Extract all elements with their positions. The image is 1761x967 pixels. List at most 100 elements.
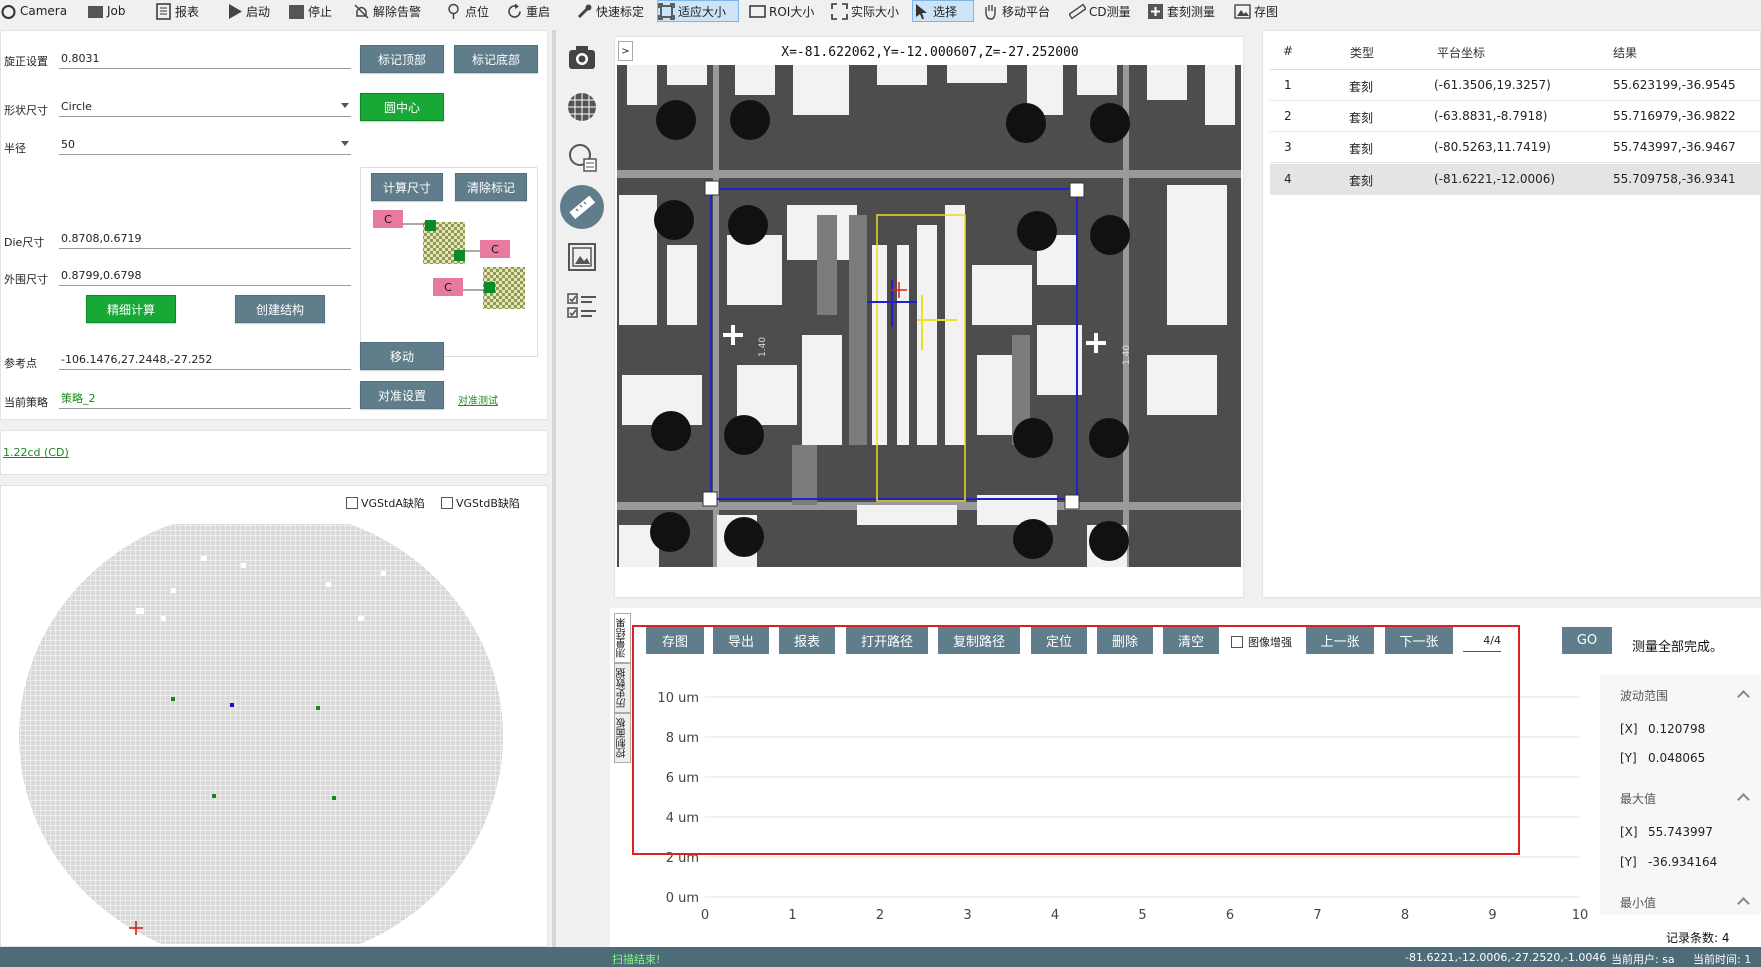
shape-select-value: Circle xyxy=(61,100,92,113)
toolbar-restart-button[interactable]: 重启 xyxy=(506,0,550,22)
save-image-button[interactable]: 存图 xyxy=(646,627,704,654)
delete-button[interactable]: 删除 xyxy=(1097,627,1153,654)
ref-point-label: 参考点 xyxy=(4,357,37,370)
table-row[interactable]: 3 套刻 (-80.5263,11.7419) 55.743997,-36.94… xyxy=(1270,132,1761,163)
ref-point-field[interactable]: -106.1476,27.2448,-27.252 xyxy=(59,352,351,370)
table-row[interactable]: 2 套刻 (-63.8831,-8.7918) 55.716979,-36.98… xyxy=(1270,101,1761,132)
wafer-map[interactable] xyxy=(1,516,547,946)
go-button[interactable]: GO xyxy=(1562,627,1612,654)
mark-top-button[interactable]: 标记顶部 xyxy=(360,45,444,73)
calc-size-button[interactable]: 计算尺寸 xyxy=(371,173,443,201)
image-view-panel: > X=-81.622062,Y=-12.000607,Z=-27.252000 xyxy=(614,36,1244,598)
export-button[interactable]: 导出 xyxy=(713,627,769,654)
clear-button[interactable]: 清空 xyxy=(1163,627,1219,654)
y-tick-label: 10 um xyxy=(657,691,699,706)
die-list-icon xyxy=(569,144,597,172)
settings-panel: 旋正设置 0.8031 标记顶部 标记底部 形状尺寸 Circle 圆中心 半径… xyxy=(0,30,548,420)
measure-tool-button[interactable] xyxy=(560,185,604,229)
wafer-measured-die xyxy=(212,794,216,798)
stage-coordinates: X=-81.622062,Y=-12.000607,Z=-27.252000 xyxy=(781,45,1079,60)
grid-view-button[interactable] xyxy=(560,85,604,129)
radius-select[interactable]: 50 xyxy=(59,137,351,155)
recipe-link[interactable]: 1.22cd (CD) xyxy=(3,446,69,459)
y-tick-label: 8 um xyxy=(666,731,699,746)
toolbar-select-button[interactable]: 选择 xyxy=(912,0,974,22)
tab-history-data[interactable]: 历史数据 xyxy=(614,663,631,713)
table-row[interactable]: 1 套刻 (-61.3506,19.3257) 55.623199,-36.95… xyxy=(1270,70,1761,101)
toolbar-overlay-measure-button[interactable]: 套刻测量 xyxy=(1147,0,1215,22)
column-header-index: # xyxy=(1283,44,1294,58)
toolbar-job-button[interactable]: Job xyxy=(87,0,126,22)
toolbar-stop-button[interactable]: 停止 xyxy=(288,0,332,22)
outer-size-label: 外围尺寸 xyxy=(4,273,48,286)
fine-calc-button[interactable]: 精细计算 xyxy=(86,295,176,323)
die-size-field[interactable]: 0.8708,0.6719 xyxy=(59,231,351,249)
die-mark-text: 1.40 xyxy=(1122,345,1132,365)
toolbar-start-button[interactable]: 启动 xyxy=(226,0,270,22)
create-structure-button[interactable]: 创建结构 xyxy=(235,295,325,323)
toolbar-save-image-button[interactable]: 存图 xyxy=(1234,0,1278,22)
range-title: 波动范围 xyxy=(1620,689,1669,703)
toolbar-point-button[interactable]: 点位 xyxy=(445,0,489,22)
image-enhance-checkbox[interactable]: 图像增强 xyxy=(1231,634,1292,650)
chevron-up-icon[interactable] xyxy=(1737,793,1750,806)
recipe-panel: 1.22cd (CD) xyxy=(0,430,548,475)
roi-icon xyxy=(749,4,766,18)
x-tick-label: 7 xyxy=(1313,908,1321,923)
die-marker-c2: C xyxy=(480,240,510,258)
die-list-button[interactable] xyxy=(560,135,604,179)
rotation-field[interactable]: 0.8031 xyxy=(59,51,351,69)
folder-icon xyxy=(88,5,103,18)
checklist-button[interactable] xyxy=(560,285,604,329)
copy-path-button[interactable]: 复制路径 xyxy=(938,627,1020,654)
x-tick-label: 5 xyxy=(1138,908,1146,923)
tab-control-panel[interactable]: 控制面板 xyxy=(614,713,631,763)
die-mark-text: 1.40 xyxy=(758,337,768,357)
tab-measure-results[interactable]: 测量结果 xyxy=(614,613,631,663)
open-path-button[interactable]: 打开路径 xyxy=(846,627,928,654)
wrench-icon xyxy=(577,4,592,18)
outer-size-field[interactable]: 0.8799,0.6798 xyxy=(59,268,351,286)
previous-image-button[interactable]: 上一张 xyxy=(1306,627,1374,654)
toolbar-fit-size-button[interactable]: 适应大小 xyxy=(657,0,739,22)
align-setting-button[interactable]: 对准设置 xyxy=(360,381,444,409)
vgstdb-defect-checkbox[interactable]: VGStdB缺陷 xyxy=(441,495,520,511)
toolbar-cd-measure-button[interactable]: CD测量 xyxy=(1069,0,1131,22)
toolbar-move-stage-button[interactable]: 移动平台 xyxy=(982,0,1050,22)
x-tick-label: 4 xyxy=(1051,908,1059,923)
microscope-image[interactable]: 1.40 1.40 xyxy=(617,65,1241,567)
toolbar-quick-calibrate-button[interactable]: 快速标定 xyxy=(576,0,644,22)
align-test-link[interactable]: 对准测试 xyxy=(458,392,498,407)
image-frame-button[interactable] xyxy=(560,235,604,279)
x-tick-label: 3 xyxy=(963,908,971,923)
toolbar-clear-alarm-button[interactable]: 解除告警 xyxy=(353,0,421,22)
mark-bottom-button[interactable]: 标记底部 xyxy=(454,45,538,73)
wafer-measured-die xyxy=(316,706,320,710)
next-image-button[interactable]: 下一张 xyxy=(1385,627,1453,654)
chevron-up-icon[interactable] xyxy=(1737,897,1750,910)
page-indicator[interactable]: 4/4 xyxy=(1463,634,1501,652)
fit-icon xyxy=(658,2,675,20)
strategy-field[interactable]: 策略_2 xyxy=(59,391,351,409)
measurement-chart: 0 um 2 um 4 um 6 um 8 um 10 um 0 1 2 3 4 5 6 7 8 9 10 xyxy=(657,691,1588,923)
camera-icon xyxy=(569,46,595,69)
circle-center-button[interactable]: 圆中心 xyxy=(360,93,444,121)
chevron-down-icon xyxy=(341,141,349,146)
move-button[interactable]: 移动 xyxy=(360,342,444,370)
checklist-icon xyxy=(567,293,596,318)
toolbar-actual-size-button[interactable]: 实际大小 xyxy=(831,0,899,22)
stats-panel: 波动范围 [X] 0.120798 [Y] 0.048065 最大值 [X] 5… xyxy=(1600,675,1761,915)
shape-select[interactable]: Circle xyxy=(59,99,351,117)
toolbar-report-button[interactable]: 报表 xyxy=(155,0,199,22)
table-row-selected[interactable]: 4 套刻 (-81.6221,-12.0006) 55.709758,-36.9… xyxy=(1270,164,1761,195)
snapshot-button[interactable] xyxy=(560,35,604,79)
chevron-up-icon[interactable] xyxy=(1737,690,1750,703)
clear-mark-button[interactable]: 清除标记 xyxy=(455,173,527,201)
column-header-type: 类型 xyxy=(1350,46,1375,60)
toolbar-camera-button[interactable]: Camera xyxy=(0,0,67,22)
report-button[interactable]: 报表 xyxy=(779,627,835,654)
locate-button[interactable]: 定位 xyxy=(1031,627,1087,654)
vgstda-defect-checkbox[interactable]: VGStdA缺陷 xyxy=(346,495,425,511)
die-size-label: Die尺寸 xyxy=(4,236,45,249)
toolbar-roi-size-button[interactable]: ROI大小 xyxy=(749,0,814,22)
